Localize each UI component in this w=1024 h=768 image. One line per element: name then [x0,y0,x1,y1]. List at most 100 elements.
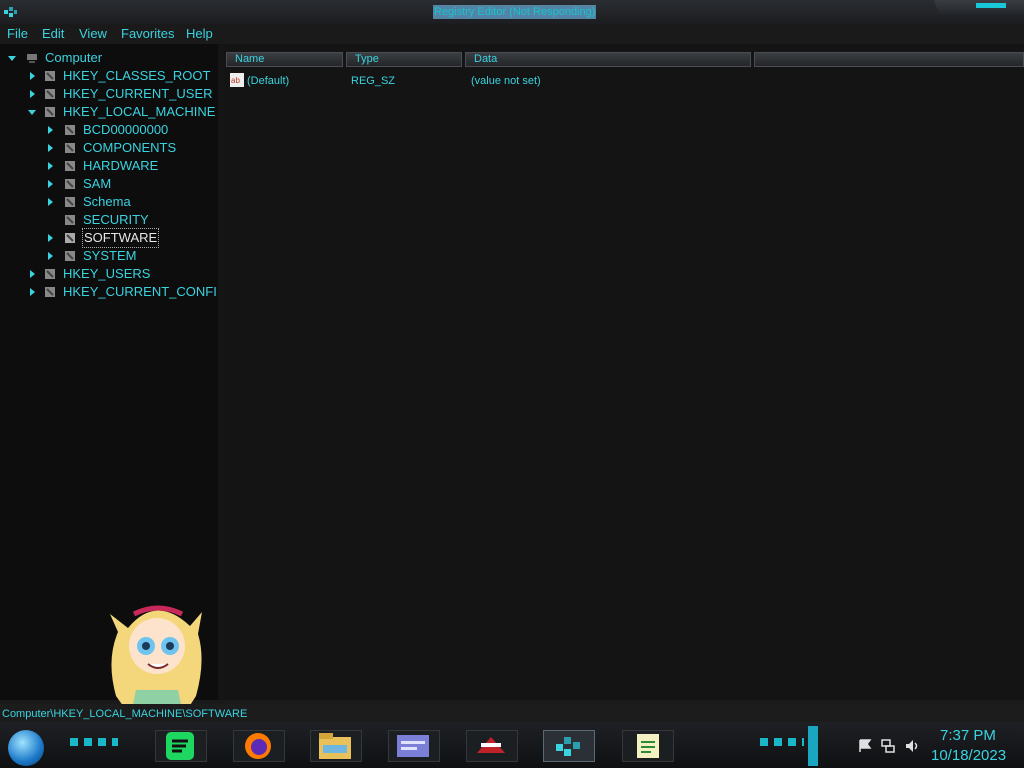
tree-item-hku[interactable]: HKEY_USERS [28,265,218,283]
folder-icon [65,251,75,261]
tree-item-hkcu[interactable]: HKEY_CURRENT_USER [28,85,218,103]
folder-icon [65,233,75,243]
tree-label: SAM [83,176,112,191]
menu-help[interactable]: Help [186,26,213,41]
expand-icon[interactable] [46,126,54,134]
string-value-icon: ab [230,73,244,87]
expand-icon[interactable] [46,198,54,206]
tree-item-system[interactable]: SYSTEM [46,247,216,265]
folder-icon [65,215,75,225]
registry-editor-icon [4,7,17,17]
title-bar[interactable]: Registry Editor (Not Responding) [0,0,1024,25]
expand-icon[interactable] [46,144,54,152]
network-icon[interactable] [881,739,895,753]
expand-icon[interactable] [28,270,36,278]
value-type: REG_SZ [351,75,396,87]
window-title: Registry Editor (Not Responding) [433,5,597,19]
close-button[interactable] [976,3,1006,8]
firefox-icon [245,733,271,759]
taskbar-control-panel[interactable] [388,730,440,762]
tree-item-computer[interactable]: Computer [8,49,208,67]
folder-icon [65,179,75,189]
menu-favorites[interactable]: Favorites [121,26,174,41]
tree-label: Computer [45,50,103,65]
tree-item-components[interactable]: COMPONENTS [46,139,216,157]
expand-icon[interactable] [46,234,54,242]
menu-view[interactable]: View [79,26,107,41]
registry-tree[interactable]: Computer HKEY_CLASSES_ROOT HKEY_CURRENT_… [0,44,218,744]
column-header-empty[interactable] [754,52,1024,67]
tree-item-bcd[interactable]: BCD00000000 [46,121,216,139]
registry-editor-icon [556,737,580,756]
tree-item-security[interactable]: SECURITY [46,211,216,229]
taskbar-spotify[interactable] [155,730,207,762]
tree-item-sam[interactable]: SAM [46,175,216,193]
tree-label: Schema [83,194,131,209]
taskbar-media-app[interactable] [466,730,518,762]
folder-icon [65,161,75,171]
tree-label: SYSTEM [83,248,137,263]
tree-label: HKEY_CLASSES_ROOT [63,68,211,83]
tree-label: SECURITY [83,212,149,227]
column-header-data[interactable]: Data [465,52,751,67]
value-data: (value not set) [471,75,541,87]
notepad-icon [637,734,659,758]
expand-icon[interactable] [46,162,54,170]
expand-icon[interactable] [28,90,36,98]
tree-item-hkcc[interactable]: HKEY_CURRENT_CONFI [28,283,218,301]
expand-icon[interactable] [28,72,36,80]
tree-label: HARDWARE [83,158,159,173]
folder-icon [45,89,55,99]
folder-icon [45,107,55,117]
menu-bar: File Edit View Favorites Help [0,24,1024,44]
tree-label: HKEY_CURRENT_USER [63,86,213,101]
taskbar-notepad[interactable] [622,730,674,762]
folder-icon [45,269,55,279]
column-header-type[interactable]: Type [346,52,462,67]
taskbar-decoration [760,738,804,746]
clock-date[interactable]: 10/18/2023 [931,747,1006,764]
taskbar [0,722,1024,768]
tree-label: SOFTWARE [82,228,160,248]
volume-icon[interactable] [905,739,921,753]
show-desktop-button[interactable] [808,726,818,766]
tree-label: BCD00000000 [83,122,169,137]
tree-label: HKEY_CURRENT_CONFI [63,284,217,299]
folder-icon [45,71,55,81]
folder-icon [65,197,75,207]
column-header-name[interactable]: Name [226,52,343,67]
flag-icon[interactable] [858,739,872,753]
tree-item-schema[interactable]: Schema [46,193,216,211]
taskbar-registry-editor-active[interactable] [543,730,595,762]
taskbar-decoration [70,738,118,746]
values-list[interactable]: Name Type Data ab (Default) REG_SZ (valu… [224,44,1024,700]
tree-item-hardware[interactable]: HARDWARE [46,157,216,175]
collapse-icon[interactable] [28,108,36,116]
control-panel-icon [397,735,429,757]
collapse-icon[interactable] [8,54,16,62]
expand-icon[interactable] [46,180,54,188]
clock-time[interactable]: 7:37 PM [940,727,996,744]
folder-icon [65,143,75,153]
value-name: (Default) [247,75,290,87]
window-controls[interactable] [934,0,1024,14]
taskbar-firefox[interactable] [233,730,285,762]
tree-item-hklm[interactable]: HKEY_LOCAL_MACHINE [28,103,218,121]
start-button[interactable] [8,730,44,766]
folder-icon [65,125,75,135]
media-app-icon [477,737,505,753]
svg-text:ab: ab [231,76,240,85]
tree-label: COMPONENTS [83,140,177,155]
tree-label: HKEY_LOCAL_MACHINE [63,104,216,119]
menu-edit[interactable]: Edit [42,26,64,41]
status-bar: Computer\HKEY_LOCAL_MACHINE\SOFTWARE [0,704,1024,724]
menu-file[interactable]: File [7,26,28,41]
tree-item-hkcr[interactable]: HKEY_CLASSES_ROOT [28,67,218,85]
expand-icon[interactable] [46,252,54,260]
taskbar-file-explorer[interactable] [310,730,362,762]
status-path: Computer\HKEY_LOCAL_MACHINE\SOFTWARE [2,708,248,720]
tree-item-software[interactable]: SOFTWARE [46,228,216,248]
tree-label: HKEY_USERS [63,266,151,281]
spotify-icon [166,732,194,760]
expand-icon[interactable] [28,288,36,296]
